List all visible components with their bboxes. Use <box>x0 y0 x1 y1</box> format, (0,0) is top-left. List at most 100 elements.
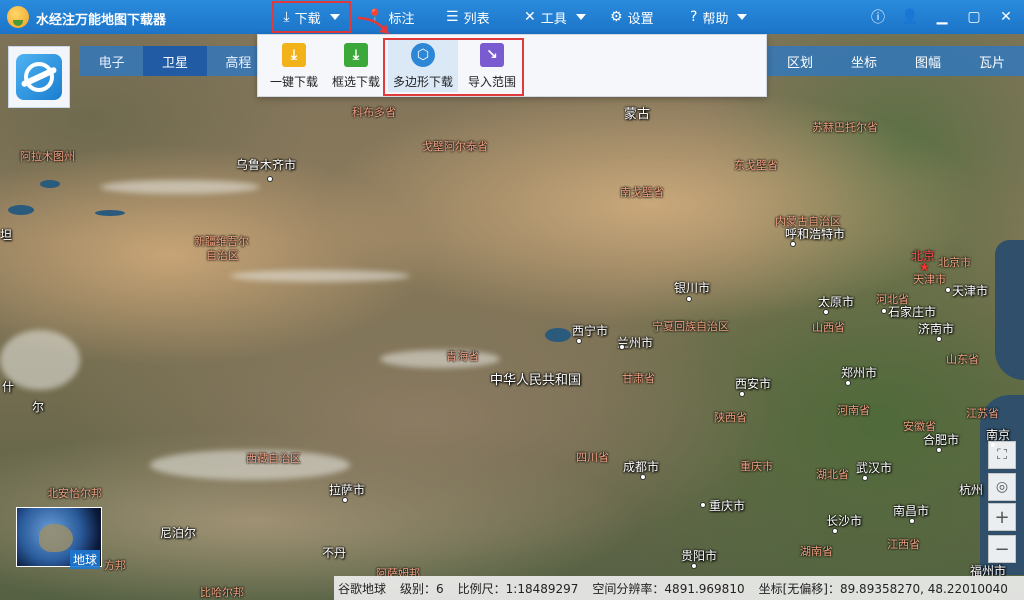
fullscreen-icon: ⛶ <box>997 447 1007 463</box>
menu-help-label: 帮助 <box>702 11 729 27</box>
tool-division[interactable]: 区划 <box>768 46 832 76</box>
region-label: 尔 <box>32 400 45 414</box>
menu-download[interactable]: ⤓ 下载 <box>271 0 352 34</box>
status-level: 级别：6 <box>400 581 444 596</box>
city-label: 石家庄市 <box>888 305 937 319</box>
tools-icon: ✕ <box>524 9 536 25</box>
city-dot <box>936 447 942 453</box>
help-icon: ? <box>690 9 698 25</box>
locate-icon: ◎ <box>995 479 1009 495</box>
menu-settings[interactable]: ⚙ 设置 <box>610 0 654 34</box>
city-label: 合肥市 <box>923 433 960 447</box>
tool-map-sheet[interactable]: 图幅 <box>896 46 960 76</box>
menu-mark[interactable]: 📍 标注 <box>366 0 414 34</box>
download-dropdown: ⤓ 一键下载 ⤓ 框选下载 ⬡ 多边形下载 ↘ 导入范围 <box>257 34 767 97</box>
zoom-in-button[interactable]: + <box>988 503 1016 531</box>
city-label: 呼和浩特市 <box>785 227 846 241</box>
minus-icon: − <box>994 538 1010 560</box>
city-dot <box>576 338 582 344</box>
zoom-out-button[interactable]: − <box>988 535 1016 563</box>
close-button[interactable]: ✕ <box>996 7 1016 27</box>
city-label: 乌鲁木齐市 <box>236 158 297 172</box>
status-coords-label: 坐标[无偏移]： <box>758 581 840 596</box>
minimize-button[interactable]: ▁ <box>932 7 952 27</box>
maximize-button[interactable]: ▢ <box>964 7 984 27</box>
city-dot <box>945 287 951 293</box>
region-label: 苏赫巴托尔省 <box>812 121 878 134</box>
right-toolbar: 区划 坐标 图幅 瓦片 <box>768 46 1024 76</box>
mini-globe-label[interactable]: 地球 <box>70 550 101 569</box>
region-label: 四川省 <box>576 451 609 464</box>
maximize-icon: ▢ <box>967 9 981 25</box>
country-label: 尼泊尔 <box>160 526 197 540</box>
map-pin-icon: 📍 <box>366 9 384 25</box>
region-label: 甘肃省 <box>622 372 655 385</box>
city-label: 济南市 <box>918 322 955 336</box>
region-label: 江西省 <box>887 538 920 551</box>
dd-label: 多边形下载 <box>392 75 453 89</box>
city-label: 西宁市 <box>572 324 609 338</box>
city-dot <box>267 176 273 182</box>
region-label: 重庆市 <box>740 460 773 473</box>
download-icon: ⤓ <box>283 9 290 25</box>
chevron-down-icon <box>575 14 586 20</box>
city-dot <box>823 309 829 315</box>
tool-coordinate[interactable]: 坐标 <box>832 46 896 76</box>
city-dot <box>862 475 868 481</box>
tab-satellite[interactable]: 卫星 <box>143 46 207 76</box>
region-label: 湖北省 <box>816 468 849 481</box>
region-label: 北安恰尔邦 <box>47 487 102 500</box>
country-label: 不丹 <box>322 546 347 560</box>
region-label: 河南省 <box>837 404 870 417</box>
region-label: 方邦 <box>104 559 126 572</box>
city-label: 天津市 <box>952 284 989 298</box>
menu-list-label: 列表 <box>463 11 490 27</box>
city-label: 杭州 <box>959 483 984 497</box>
user-icon: 👤 <box>901 9 919 25</box>
city-dot <box>640 474 646 480</box>
fullscreen-button[interactable]: ⛶ <box>988 441 1016 469</box>
menu-list[interactable]: ☰ 列表 <box>446 0 490 34</box>
info-button[interactable]: ⓘ <box>868 7 888 27</box>
region-label: 青海省 <box>446 350 479 363</box>
region-label: 江苏省 <box>966 407 999 420</box>
region-label: 戈壁阿尔泰省 <box>422 140 488 153</box>
country-label: 中华人民共和国 <box>490 373 582 388</box>
dd-label: 一键下载 <box>269 75 318 89</box>
region-label: 陕西省 <box>714 411 747 424</box>
globe-logo <box>8 46 70 108</box>
city-dot <box>881 308 887 314</box>
city-dot <box>845 380 851 386</box>
close-icon: ✕ <box>1000 9 1012 25</box>
city-label: 武汉市 <box>856 461 893 475</box>
menu-download-label: 下载 <box>294 11 321 27</box>
menu-tools[interactable]: ✕ 工具 <box>524 0 586 34</box>
user-button[interactable]: 👤 <box>900 7 920 27</box>
region-label: 阿拉木图州 <box>20 150 75 163</box>
box-select-download-button[interactable]: ⤓ 框选下载 <box>324 40 388 92</box>
one-click-download-button[interactable]: ⤓ 一键下载 <box>262 40 326 92</box>
list-icon: ☰ <box>446 9 459 25</box>
polygon-download-button[interactable]: ⬡ 多边形下载 <box>388 40 458 92</box>
region-label: 科布多省 <box>352 106 396 119</box>
status-coords: 坐标[无偏移]：89.89358270, 48.22010040 <box>759 580 1008 597</box>
tool-tile[interactable]: 瓦片 <box>960 46 1024 76</box>
status-resolution: 空间分辨率：4891.969810 <box>592 581 745 596</box>
gear-icon: ⚙ <box>610 9 623 25</box>
menu-mark-label: 标注 <box>388 11 415 27</box>
locate-button[interactable]: ◎ <box>988 473 1016 501</box>
capital-star-icon: ★ <box>919 260 930 274</box>
menu-help[interactable]: ? 帮助 <box>690 0 748 34</box>
tab-electronic[interactable]: 电子 <box>80 46 143 76</box>
import-range-button[interactable]: ↘ 导入范围 <box>460 40 524 92</box>
status-scale: 比例尺：1:18489297 <box>457 581 579 596</box>
status-bar: 谷歌地球 级别：6 比例尺：1:18489297 空间分辨率：4891.9698… <box>334 576 1024 600</box>
menu-settings-label: 设置 <box>627 11 654 27</box>
city-label: 太原市 <box>818 295 855 309</box>
box-download-icon: ⤓ <box>344 43 368 67</box>
region-label: 南戈壁省 <box>620 186 664 199</box>
download-yellow-icon: ⤓ <box>282 43 306 67</box>
region-label: 西藏自治区 <box>246 452 301 465</box>
city-dot <box>342 497 348 503</box>
city-dot <box>832 528 838 534</box>
